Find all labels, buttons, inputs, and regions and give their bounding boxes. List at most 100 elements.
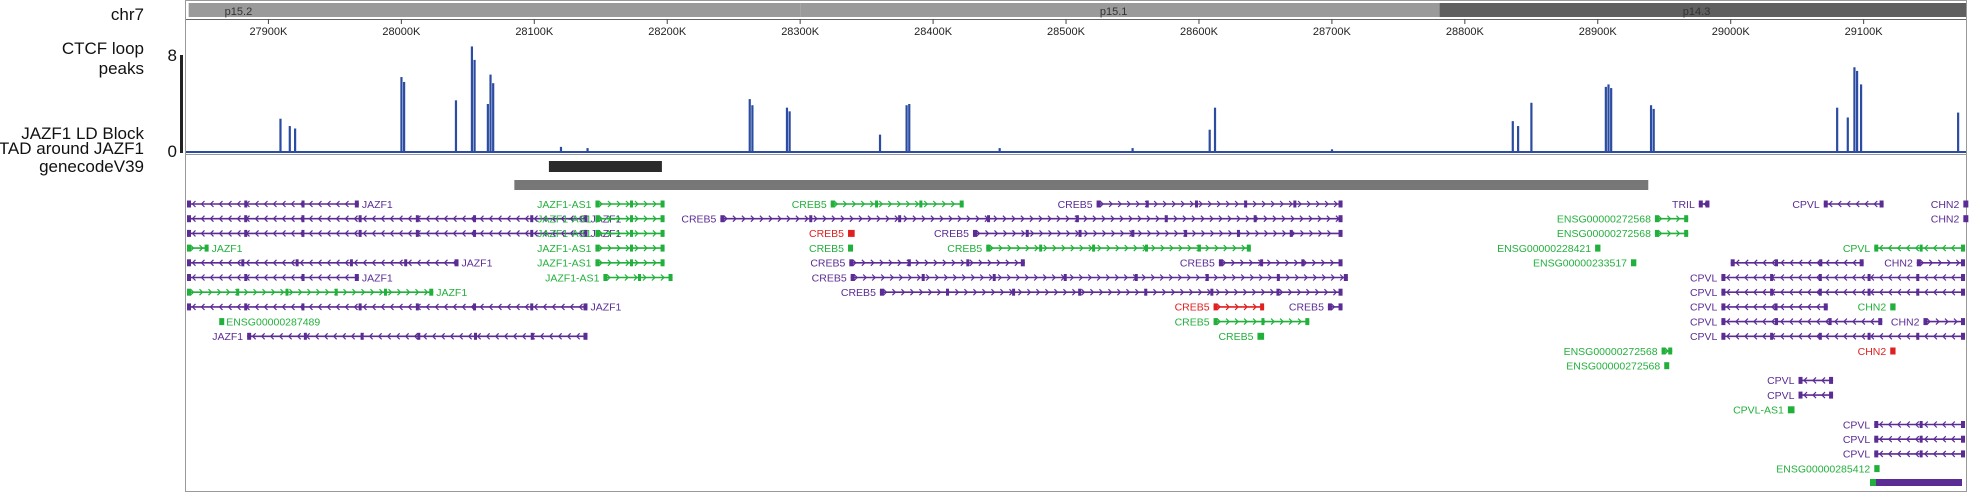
gene-model[interactable]: CREB5 <box>947 243 1251 255</box>
ctcf-peak-bar[interactable] <box>908 104 911 153</box>
gene-model[interactable]: CREB5 <box>1175 316 1310 328</box>
ctcf-peak-bar[interactable] <box>1649 105 1653 153</box>
ctcf-peak-bar[interactable] <box>1957 112 1960 153</box>
ctcf-peak-bar[interactable] <box>454 100 458 153</box>
ctcf-peak-bar[interactable] <box>788 111 791 153</box>
gene-model[interactable]: JAZF1-AS1 <box>537 243 665 255</box>
gene-model[interactable]: JAZF1 <box>212 331 588 343</box>
gene-model[interactable]: ENSG00000272568 <box>1566 361 1670 373</box>
chromosome-ideogram[interactable]: p15.2 p15.1 p14.3 <box>188 3 1966 18</box>
ctcf-peak-bar[interactable] <box>1330 149 1334 153</box>
gene-model[interactable]: CREB5 <box>810 258 1025 270</box>
ctcf-peak-bar[interactable] <box>294 128 297 154</box>
gene-model[interactable]: CPVL-AS1 <box>1733 405 1795 417</box>
gene-model[interactable]: CPVL <box>1690 302 1828 314</box>
gene-model[interactable]: JAZF1-AS1 <box>537 258 665 270</box>
ctcf-peak-bar[interactable] <box>492 83 495 153</box>
gene-model[interactable]: CHN2 <box>1931 199 1969 211</box>
ctcf-peak-bar[interactable] <box>1131 148 1134 153</box>
gene-model[interactable]: ENSG00000287489 <box>219 316 320 328</box>
gene-model[interactable]: TRIL <box>1672 199 1710 211</box>
gene-model[interactable]: CPVL <box>1690 272 1965 284</box>
gene-model[interactable]: CPVL <box>1767 375 1834 387</box>
gene-model[interactable]: CREB5 <box>1289 302 1343 314</box>
gene-model[interactable]: CREB5 <box>934 228 1343 240</box>
gene-model[interactable]: CREB5 <box>792 199 964 211</box>
ctcf-peak-bar[interactable] <box>998 148 1001 153</box>
gene-model[interactable]: CREB5 <box>809 243 854 255</box>
ctcf-peak-bar[interactable] <box>748 99 751 153</box>
gene-model[interactable]: CHN2 <box>1891 316 1965 328</box>
gene-model[interactable]: JAZF1 <box>187 258 493 270</box>
ctcf-peak-bar[interactable] <box>1846 117 1849 153</box>
gene-model[interactable]: CREB5 <box>1218 331 1265 343</box>
gene-model[interactable]: CREB5 <box>1058 199 1343 211</box>
ctcf-peak-bar[interactable] <box>400 77 403 153</box>
gene-model[interactable]: CREB5 <box>681 214 1343 226</box>
ctcf-peak-bar[interactable] <box>288 126 291 153</box>
ctcf-peak-bar[interactable] <box>403 81 406 153</box>
gene-model[interactable]: JAZF1 <box>187 272 393 284</box>
ctcf-peak-bar[interactable] <box>1853 67 1856 153</box>
ctcf-peak-bar[interactable] <box>1607 84 1610 153</box>
gene-model[interactable]: ENSG00000228421 <box>1497 243 1601 255</box>
gene-annotation-track[interactable]: JAZF1 JAZF1-AS1 CREB5 CREB5 TRIL CPVL CHN2 JAZF… <box>187 199 1969 486</box>
ld-block-bar[interactable] <box>548 161 662 172</box>
ctcf-peak-bar[interactable] <box>1652 108 1655 153</box>
gene-model[interactable] <box>1730 259 1864 267</box>
ctcf-peak-bar[interactable] <box>586 148 589 153</box>
gene-model[interactable]: CPVL <box>1690 287 1965 299</box>
ctcf-peak-bar[interactable] <box>1517 126 1520 153</box>
ctcf-peak-bar[interactable] <box>1855 70 1859 153</box>
gene-model[interactable]: CPVL <box>1843 243 1965 255</box>
ctcf-peak-bar[interactable] <box>878 134 882 153</box>
gene-model[interactable]: CPVL <box>1690 316 1883 328</box>
gene-model[interactable]: CHN2 <box>1884 258 1965 270</box>
gene-model[interactable]: CPVL <box>1843 419 1965 431</box>
gene-model[interactable]: CREB5 <box>812 272 1348 284</box>
gene-model[interactable]: JAZF1 <box>187 302 622 314</box>
gene-model[interactable]: CREB5 <box>841 287 1343 299</box>
gene-model[interactable]: ENSG00000272568 <box>1564 346 1673 358</box>
ctcf-peak-bar[interactable] <box>1836 107 1839 153</box>
gene-model[interactable]: CPVL <box>1792 199 1884 211</box>
ctcf-peak-bar[interactable] <box>905 105 908 153</box>
ctcf-peak-bar[interactable] <box>473 59 476 153</box>
gene-model[interactable]: CPVL <box>1767 390 1834 402</box>
gene-model[interactable]: CHN2 <box>1858 346 1896 358</box>
gene-model[interactable]: CPVL <box>1690 331 1965 343</box>
ctcf-peak-bar[interactable] <box>1859 84 1863 153</box>
tad-bar[interactable] <box>514 180 1649 190</box>
gene-model[interactable]: CPVL <box>1843 449 1965 461</box>
ld-block-track[interactable] <box>548 161 662 172</box>
ctcf-peak-bar[interactable] <box>1208 129 1211 153</box>
gene-model[interactable]: CREB5 <box>1180 258 1343 270</box>
gene-feature-bar[interactable] <box>1870 479 1962 486</box>
gene-model[interactable]: JAZF1-AS1 <box>537 199 665 211</box>
gene-model[interactable]: CHN2 <box>1858 302 1896 314</box>
gene-model[interactable]: ENSG00000285412 <box>1776 463 1880 475</box>
gene-model[interactable]: JAZF1 <box>187 243 243 255</box>
ctcf-peak-bar[interactable] <box>785 107 789 153</box>
ideogram-band[interactable] <box>188 3 801 17</box>
ctcf-peak-bar[interactable] <box>559 146 563 153</box>
gene-model[interactable]: ENSG00000272568 <box>1557 228 1689 240</box>
ctcf-peak-bar[interactable] <box>279 118 282 153</box>
ctcf-peak-bar[interactable] <box>1604 86 1607 153</box>
gene-model[interactable]: CHN2 <box>1931 214 1969 226</box>
gene-model[interactable]: ENSG00000272568 <box>1557 214 1689 226</box>
gene-model[interactable]: ENSG00000233517 <box>1533 258 1637 270</box>
gene-model[interactable]: JAZF1-AS1 <box>545 272 673 284</box>
ctcf-peak-bar[interactable] <box>1530 102 1533 153</box>
ctcf-peak-bar[interactable] <box>486 104 489 153</box>
gene-model[interactable]: CREB5 <box>809 228 855 240</box>
genome-browser-view[interactable]: p15.2 p15.1 p14.3 27900K 28000K 28100K 28200K… <box>0 0 1969 494</box>
ctcf-peak-bar[interactable] <box>751 105 754 153</box>
ctcf-peak-bar[interactable] <box>1213 107 1217 153</box>
gene-model[interactable]: CPVL <box>1843 434 1965 446</box>
ctcf-peak-bar[interactable] <box>489 74 492 153</box>
ctcf-peak-bar[interactable] <box>1610 88 1613 153</box>
gene-model[interactable]: JAZF1 <box>187 287 467 299</box>
tad-track[interactable] <box>514 180 1649 190</box>
ctcf-peak-bar[interactable] <box>1511 121 1514 153</box>
